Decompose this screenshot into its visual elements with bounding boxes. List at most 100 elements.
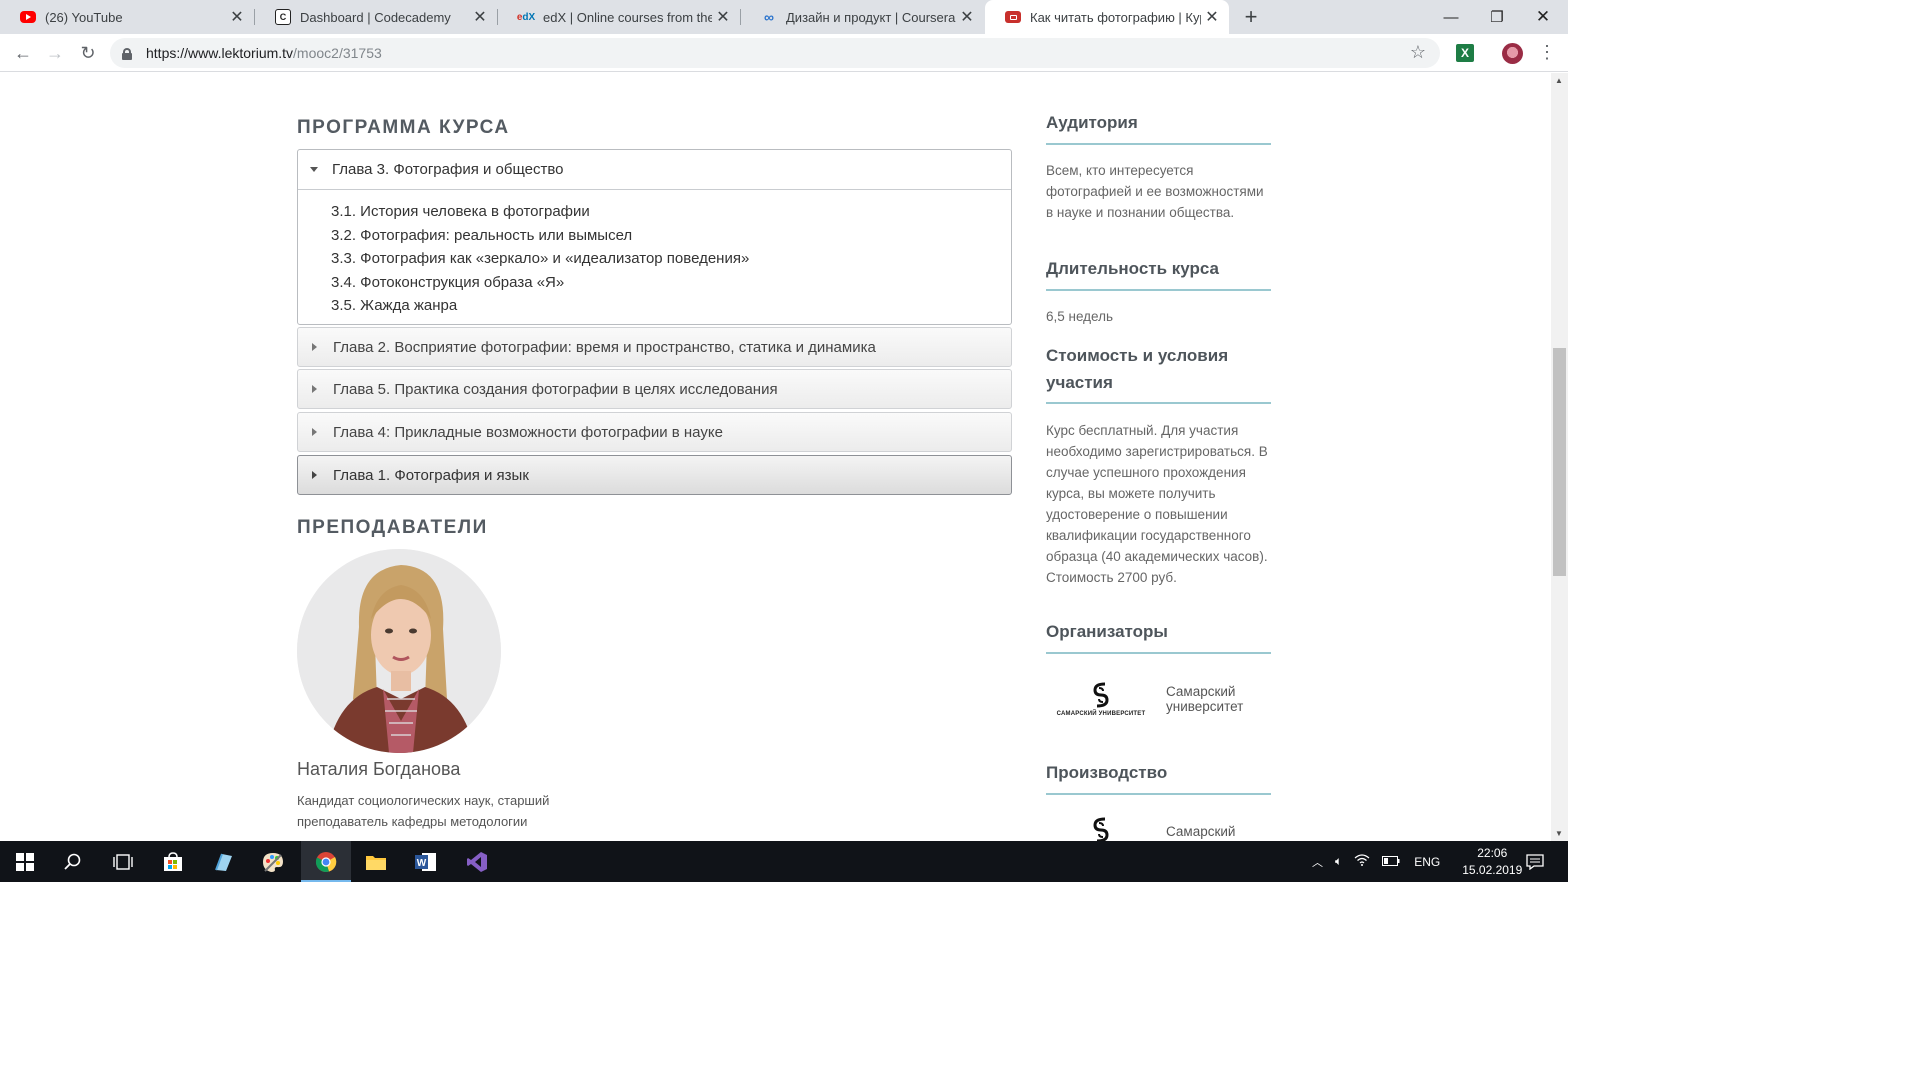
- lesson-item[interactable]: 3.3. Фотография как «зеркало» и «идеализ…: [331, 247, 1011, 271]
- caret-right-icon: [312, 385, 317, 393]
- chevron-up-icon[interactable]: ︿: [1312, 854, 1323, 870]
- paint-palette-icon: [263, 852, 283, 872]
- minimize-button[interactable]: —: [1428, 0, 1474, 34]
- divider: [1046, 289, 1271, 291]
- lesson-item[interactable]: 3.1. История человека в фотографии: [331, 200, 1011, 224]
- lock-icon: [122, 47, 132, 60]
- start-button[interactable]: [0, 841, 50, 882]
- close-tab-icon[interactable]: ✕: [469, 7, 491, 27]
- teachers-title: Преподаватели: [297, 517, 488, 538]
- organizer-name-line: университет: [1166, 699, 1244, 714]
- system-tray: ︿ 🔈︎ ENG 22:06 15.02.2019: [1312, 841, 1522, 882]
- language-indicator[interactable]: ENG: [1414, 855, 1440, 869]
- battery-icon[interactable]: [1382, 855, 1400, 869]
- file-explorer-app[interactable]: [351, 841, 401, 882]
- lesson-item[interactable]: 3.2. Фотография: реальность или вымысел: [331, 224, 1011, 248]
- close-tab-icon[interactable]: ✕: [956, 7, 978, 27]
- chrome-icon: [315, 851, 337, 872]
- tab-youtube[interactable]: (26) YouTube ✕: [0, 0, 254, 34]
- teacher-description: Кандидат социологических наук, старший п…: [297, 790, 587, 832]
- cost-heading: Стоимость и условия участия: [1046, 346, 1229, 392]
- windows-taskbar: W ︿ 🔈︎ ENG 22:06 15.02.2019: [0, 841, 1568, 882]
- tab-coursera[interactable]: ∞ Дизайн и продукт | Coursera ✕: [741, 0, 984, 34]
- forward-button[interactable]: →: [42, 40, 68, 66]
- word-app[interactable]: W: [401, 841, 451, 882]
- close-window-button[interactable]: ✕: [1520, 0, 1566, 34]
- duration-text: 6,5 недель: [1046, 309, 1114, 324]
- lesson-item[interactable]: 3.5. Жажда жанра: [331, 294, 1011, 318]
- chrome-menu-icon[interactable]: ⋮: [1538, 42, 1556, 63]
- new-tab-button[interactable]: +: [1238, 4, 1264, 30]
- teacher-desc-line: преподаватель кафедры методологии: [297, 814, 528, 829]
- program-title: Программа курса: [297, 117, 510, 138]
- search-button[interactable]: [48, 841, 98, 882]
- chapter-title: Глава 5. Практика создания фотографии в …: [333, 380, 778, 398]
- visual-studio-icon: [467, 851, 487, 872]
- production-heading: Производство: [1046, 763, 1168, 782]
- profile-avatar[interactable]: [1502, 43, 1523, 64]
- reload-button[interactable]: ↻: [75, 40, 101, 66]
- organizer-item[interactable]: САМАРСКИЙ УНИВЕРСИТЕТ Самарский универси…: [1046, 669, 1271, 729]
- restore-button[interactable]: ❐: [1474, 0, 1520, 34]
- bookmark-star-icon[interactable]: ☆: [1410, 42, 1426, 63]
- browser-tab-strip: (26) YouTube ✕ C Dashboard | Codecademy …: [0, 0, 1568, 34]
- clock-time: 22:06: [1477, 845, 1508, 860]
- page-viewport: Программа курса Глава 3. Фотография и об…: [0, 73, 1551, 841]
- tab-lektorium[interactable]: Как читать фотографию | Курсы ✕: [985, 0, 1229, 34]
- chapter-accordion[interactable]: Глава 4: Прикладные возможности фотограф…: [297, 412, 1012, 452]
- word-icon: W: [415, 852, 436, 871]
- store-icon: [164, 851, 182, 871]
- chapter-accordion[interactable]: Глава 2. Восприятие фотографии: время и …: [297, 327, 1012, 367]
- audience-text: Всем, кто интересуется фотографией и ее …: [1046, 163, 1264, 220]
- caret-right-icon: [312, 343, 317, 351]
- chapter-header[interactable]: Глава 3. Фотография и общество: [298, 150, 1011, 190]
- chapter-accordion[interactable]: Глава 5. Практика создания фотографии в …: [297, 369, 1012, 409]
- svg-text:W: W: [417, 858, 427, 869]
- audience-heading: Аудитория: [1046, 113, 1138, 132]
- chapter-accordion[interactable]: Глава 1. Фотография и язык: [297, 455, 1012, 495]
- tab-title: (26) YouTube: [45, 9, 123, 25]
- action-center-button[interactable]: [1526, 841, 1544, 882]
- production-item[interactable]: Самарский: [1046, 810, 1271, 841]
- lesson-item[interactable]: 3.4. Фотоконструкция образа «Я»: [331, 271, 1011, 295]
- task-view-button[interactable]: [98, 841, 148, 882]
- divider: [1046, 402, 1271, 404]
- notes-app[interactable]: [198, 841, 248, 882]
- wifi-icon[interactable]: [1354, 854, 1370, 869]
- tab-edx[interactable]: edX edX | Online courses from the wo ✕: [498, 0, 740, 34]
- scroll-down-arrow-icon[interactable]: ▼: [1555, 829, 1563, 838]
- scroll-up-arrow-icon[interactable]: ▲: [1555, 76, 1563, 85]
- teacher-name[interactable]: Наталия Богданова: [297, 759, 460, 780]
- address-bar[interactable]: https://www.lektorium.tv/mooc2/31753 ☆: [110, 38, 1440, 68]
- volume-icon[interactable]: 🔈︎: [1335, 854, 1342, 869]
- chrome-app[interactable]: [301, 841, 351, 882]
- browser-toolbar: ← → ↻ https://www.lektorium.tv/mooc2/317…: [0, 34, 1568, 72]
- caret-right-icon: [312, 471, 317, 479]
- clock[interactable]: 22:06 15.02.2019: [1462, 845, 1522, 879]
- lesson-list: 3.1. История человека в фотографии 3.2. …: [298, 190, 1011, 318]
- organizers-heading: Организаторы: [1046, 622, 1168, 641]
- tab-codecademy[interactable]: C Dashboard | Codecademy ✕: [255, 0, 497, 34]
- youtube-icon: [20, 11, 36, 23]
- close-tab-icon[interactable]: ✕: [226, 7, 248, 27]
- teacher-photo: [297, 549, 501, 753]
- close-tab-icon[interactable]: ✕: [712, 7, 734, 27]
- clock-date: 15.02.2019: [1462, 862, 1523, 877]
- page-scrollbar[interactable]: ▲ ▼: [1551, 73, 1568, 841]
- url-host: https://www.lektorium.tv: [146, 45, 294, 61]
- tab-title: Dashboard | Codecademy: [300, 9, 451, 25]
- notes-app-icon: [215, 853, 232, 871]
- excel-extension-icon[interactable]: X: [1456, 44, 1474, 62]
- store-app[interactable]: [148, 841, 198, 882]
- chapter-title: Глава 3. Фотография и общество: [332, 161, 564, 178]
- paint-app[interactable]: [248, 841, 298, 882]
- visual-studio-app[interactable]: [452, 841, 502, 882]
- scrollbar-thumb[interactable]: [1553, 348, 1566, 576]
- task-view-icon: [113, 853, 133, 870]
- back-button[interactable]: ←: [10, 40, 36, 66]
- close-tab-icon[interactable]: ✕: [1201, 7, 1223, 27]
- chapter-title: Глава 2. Восприятие фотографии: время и …: [333, 338, 876, 356]
- chapter-title: Глава 1. Фотография и язык: [333, 466, 529, 484]
- caret-right-icon: [312, 428, 317, 436]
- lektorium-icon: [1005, 11, 1021, 23]
